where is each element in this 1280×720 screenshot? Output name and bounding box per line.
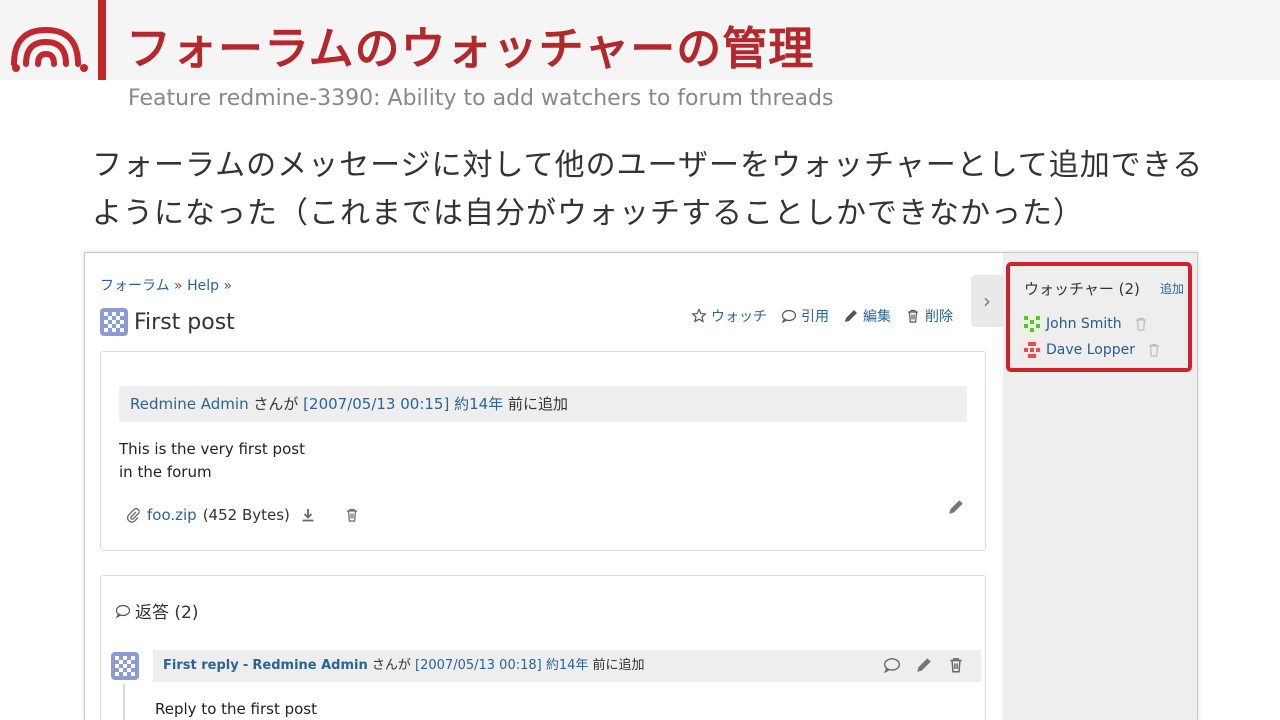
message-author-bar: Redmine Admin さんが [2007/05/13 00:15] 約14… bbox=[119, 386, 967, 422]
breadcrumb-board-link[interactable]: Help bbox=[187, 278, 219, 294]
reply-subject-link[interactable]: First reply bbox=[163, 658, 239, 673]
reply-header: First reply - Redmine Admin さんが [2007/05… bbox=[153, 650, 981, 682]
slide-body-text: フォーラムのメッセージに対して他のユーザーをウォッチャーとして追加できるようにな… bbox=[92, 148, 1204, 231]
comment-icon bbox=[115, 604, 131, 619]
main-content: フォーラム » Help » First post ウォッチ 引用 編集 削除 … bbox=[85, 253, 1003, 720]
sidebar: ウォッチャー (2) 追加 John Smith Dave Lopper bbox=[1003, 253, 1197, 720]
replies-heading-text: 返答 (2) bbox=[135, 603, 199, 623]
watch-button[interactable]: ウォッチ bbox=[691, 306, 767, 326]
delete-button[interactable]: 削除 bbox=[905, 306, 953, 326]
watcher-name-link[interactable]: John Smith bbox=[1046, 316, 1122, 332]
avatar-icon bbox=[1022, 340, 1042, 360]
trash-icon[interactable] bbox=[1147, 342, 1161, 358]
message-line: in the forum bbox=[119, 463, 212, 481]
download-icon[interactable] bbox=[300, 507, 316, 523]
watcher-item: Dave Lopper bbox=[1022, 340, 1161, 360]
reply-timestamp-link[interactable]: [2007/05/13 00:18] bbox=[415, 658, 542, 673]
pencil-icon bbox=[845, 310, 857, 322]
avatar-icon bbox=[111, 652, 139, 680]
slide-subtitle: Feature redmine-3390: Ability to add wat… bbox=[128, 86, 834, 111]
delete-label: 削除 bbox=[925, 309, 953, 325]
timestamp-link[interactable]: [2007/05/13 00:15] bbox=[303, 395, 449, 413]
trash-icon[interactable] bbox=[1134, 316, 1148, 332]
breadcrumb-forum-link[interactable]: フォーラム bbox=[100, 278, 170, 294]
reply-author-link[interactable]: Redmine Admin bbox=[252, 658, 367, 673]
watcher-name-link[interactable]: Dave Lopper bbox=[1046, 342, 1135, 358]
quote-label: 引用 bbox=[801, 309, 829, 325]
attachment-size: (452 Bytes) bbox=[202, 506, 290, 524]
breadcrumb: フォーラム » Help » bbox=[100, 275, 232, 295]
slide-title: フォーラムのウォッチャーの管理 bbox=[126, 22, 815, 75]
attachment-link[interactable]: foo.zip bbox=[147, 506, 197, 524]
comment-icon bbox=[781, 309, 797, 324]
trash-icon bbox=[908, 309, 918, 323]
slide-header: フォーラムのウォッチャーの管理 bbox=[0, 0, 1280, 80]
accent-bar bbox=[98, 0, 106, 80]
add-watcher-link[interactable]: 追加 bbox=[1160, 280, 1184, 297]
page-title: First post bbox=[100, 307, 235, 337]
reply-relative-time-link[interactable]: 約14年 bbox=[546, 658, 589, 673]
reply-author-suffix: さんが bbox=[371, 658, 411, 673]
redmine-logo-icon bbox=[11, 26, 88, 72]
message-content: This is the very first post in the forum bbox=[119, 438, 305, 484]
star-icon bbox=[691, 308, 707, 323]
trash-icon[interactable] bbox=[947, 656, 965, 674]
attachment: foo.zip (452 Bytes) bbox=[125, 506, 360, 524]
reply-content: Reply to the first post bbox=[155, 700, 317, 718]
edit-button[interactable]: 編集 bbox=[843, 306, 891, 326]
reply-actions bbox=[883, 656, 965, 674]
chevron-right-icon: › bbox=[983, 289, 991, 313]
comment-icon[interactable] bbox=[883, 656, 901, 674]
avatar-icon bbox=[100, 308, 128, 336]
breadcrumb-separator: » bbox=[174, 278, 183, 294]
relative-time-link[interactable]: 約14年 bbox=[454, 395, 503, 413]
redmine-screenshot: フォーラム » Help » First post ウォッチ 引用 編集 削除 … bbox=[84, 252, 1198, 720]
watch-label: ウォッチ bbox=[711, 309, 767, 325]
trash-icon[interactable] bbox=[344, 507, 360, 523]
post-actions: ウォッチ 引用 編集 削除 bbox=[691, 306, 953, 326]
paperclip-icon bbox=[126, 508, 140, 523]
reply-thread-line bbox=[123, 684, 125, 720]
watcher-item: John Smith bbox=[1022, 314, 1148, 334]
message-line: This is the very first post bbox=[119, 440, 305, 458]
replies-box: 返答 (2) First reply - Redmine Admin さんが [… bbox=[100, 575, 986, 720]
breadcrumb-separator: » bbox=[223, 278, 233, 294]
watchers-title: ウォッチャー (2) bbox=[1024, 280, 1140, 298]
replies-heading: 返答 (2) bbox=[115, 598, 198, 623]
relative-time-suffix: 前に追加 bbox=[507, 395, 568, 413]
post-title: First post bbox=[134, 309, 235, 335]
reply-relative-time-suffix: 前に追加 bbox=[592, 658, 645, 673]
message-box: Redmine Admin さんが [2007/05/13 00:15] 約14… bbox=[100, 351, 986, 551]
author-suffix: さんが bbox=[253, 395, 299, 413]
quote-button[interactable]: 引用 bbox=[781, 306, 829, 326]
edit-label: 編集 bbox=[863, 309, 891, 325]
reply-separator: - bbox=[242, 658, 249, 673]
watchers-panel: ウォッチャー (2) 追加 John Smith Dave Lopper bbox=[1006, 262, 1192, 372]
pencil-icon[interactable] bbox=[915, 656, 933, 674]
avatar-icon bbox=[1022, 314, 1042, 334]
author-link[interactable]: Redmine Admin bbox=[130, 395, 249, 413]
pencil-icon[interactable] bbox=[947, 498, 965, 516]
sidebar-toggle-button[interactable]: › bbox=[971, 275, 1003, 327]
